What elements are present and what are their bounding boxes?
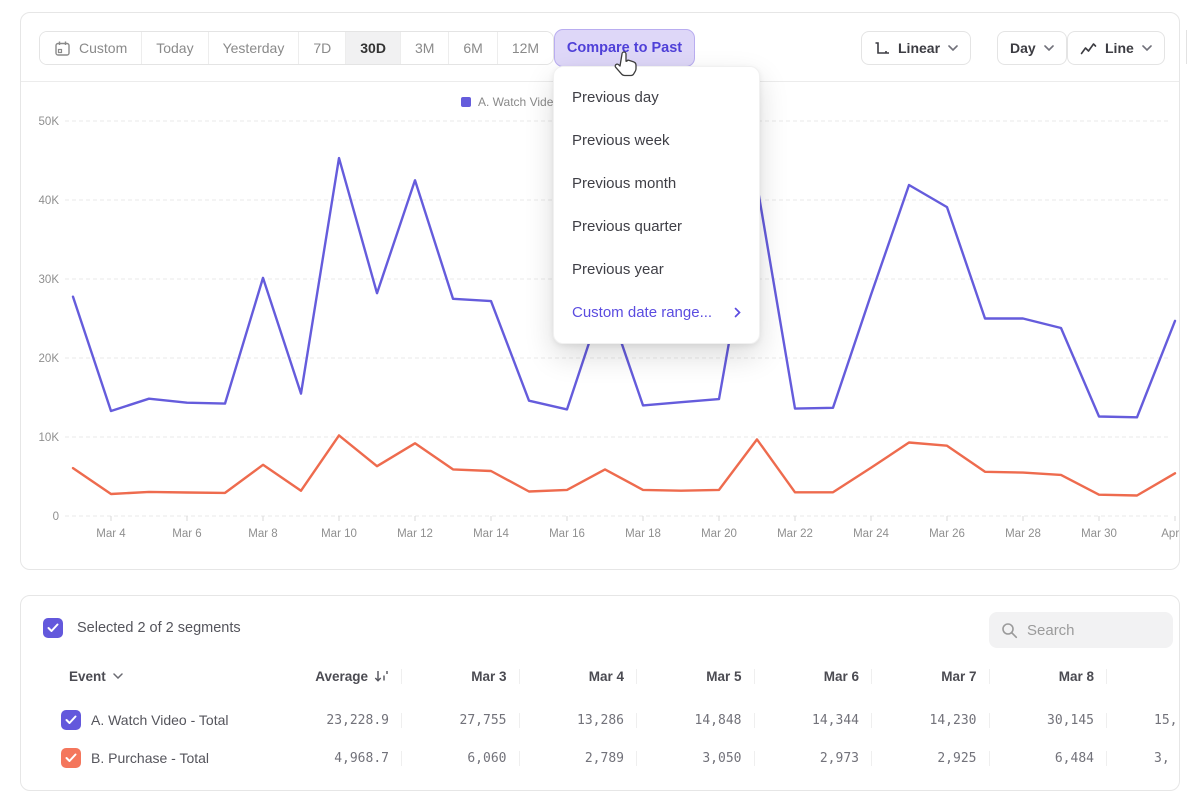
table-header-row: Event Average Mar 3 Mar 4 Mar 5 Mar 6 Ma… [45, 660, 1181, 692]
series-line-b-purchase [73, 435, 1175, 495]
chevron-down-icon [1142, 45, 1152, 51]
range-today-button[interactable]: Today [142, 32, 208, 64]
line-chart-icon [1080, 41, 1097, 56]
row-label: B. Purchase - Total [91, 750, 209, 766]
segments-selected-text: Selected 2 of 2 segments [77, 620, 241, 636]
range-custom-label: Custom [79, 40, 127, 56]
segment-search[interactable] [989, 612, 1173, 648]
x-axis-label: Mar 4 [96, 528, 126, 540]
x-axis-label: Mar 26 [929, 528, 965, 540]
range-30d-button[interactable]: 30D [346, 32, 401, 64]
row-label: A. Watch Video - Total [91, 712, 228, 728]
table-row-purchase: B. Purchase - Total 4,968.7 6,060 2,789 … [45, 739, 1181, 777]
y-axis-label: 50K [39, 116, 60, 128]
x-axis-label: Mar 14 [473, 528, 509, 540]
cell-value-clipped: 15, [1106, 713, 1181, 728]
cell-value: 13,286 [519, 713, 637, 728]
average-column-header[interactable]: Average [285, 669, 401, 684]
event-column-header[interactable]: Event [45, 669, 285, 684]
x-axis-label: Mar 30 [1081, 528, 1117, 540]
date-column-header[interactable]: Mar 5 [636, 669, 754, 684]
range-custom-button[interactable]: Custom [40, 32, 142, 64]
date-column-header[interactable]: Mar 6 [754, 669, 872, 684]
x-axis-label: Mar 18 [625, 528, 661, 540]
cell-value: 3,050 [636, 751, 754, 766]
date-column-header-clipped[interactable]: M [1106, 669, 1181, 684]
menu-item-previous-day[interactable]: Previous day [554, 76, 759, 119]
chevron-right-icon [734, 307, 741, 318]
y-axis-label: 30K [39, 274, 60, 286]
x-axis-label: Mar 12 [397, 528, 433, 540]
date-column-header[interactable]: Mar 8 [989, 669, 1107, 684]
date-column-header[interactable]: Mar 7 [871, 669, 989, 684]
check-icon [47, 623, 59, 633]
menu-item-previous-month[interactable]: Previous month [554, 162, 759, 205]
range-6m-button[interactable]: 6M [449, 32, 497, 64]
range-12m-button[interactable]: 12M [498, 32, 553, 64]
range-yesterday-button[interactable]: Yesterday [209, 32, 300, 64]
x-axis-label: Mar 24 [853, 528, 889, 540]
date-column-header[interactable]: Mar 4 [519, 669, 637, 684]
row-checkbox-purchase[interactable] [61, 748, 81, 768]
compare-to-past-button[interactable]: Compare to Past [554, 29, 695, 67]
scale-select-button[interactable]: Linear [861, 31, 971, 65]
cell-value: 2,789 [519, 751, 637, 766]
y-axis-label: 10K [39, 432, 60, 444]
cell-value: 30,145 [989, 713, 1107, 728]
date-range-group: Custom Today Yesterday 7D 30D 3M 6M 12M [39, 31, 554, 65]
x-axis-label: Mar 16 [549, 528, 585, 540]
x-axis-label: Mar 8 [248, 528, 277, 540]
select-all-checkbox[interactable] [43, 618, 63, 638]
cell-value: 27,755 [401, 713, 519, 728]
calendar-icon [54, 40, 71, 57]
segments-table: Event Average Mar 3 Mar 4 Mar 5 Mar 6 Ma… [45, 660, 1181, 780]
x-axis-label: Mar 22 [777, 528, 813, 540]
range-7d-button[interactable]: 7D [299, 32, 346, 64]
cell-value: 6,484 [989, 751, 1107, 766]
y-axis-label: 20K [39, 353, 60, 365]
y-axis-label: 40K [39, 195, 60, 207]
chart-type-select-button[interactable]: Line [1067, 31, 1165, 65]
segments-card: Selected 2 of 2 segments Event Average [20, 595, 1180, 791]
interval-select-button[interactable]: Day [997, 31, 1067, 65]
check-icon [65, 715, 77, 725]
cell-value-clipped: 3, [1106, 751, 1181, 766]
x-axis-label: Mar 28 [1005, 528, 1041, 540]
cell-average: 23,228.9 [285, 713, 401, 728]
cell-value: 2,973 [754, 751, 872, 766]
x-axis-label: Apr 1 [1161, 528, 1181, 540]
cell-value: 2,925 [871, 751, 989, 766]
menu-item-previous-week[interactable]: Previous week [554, 119, 759, 162]
axis-linear-icon [874, 40, 890, 56]
search-input[interactable] [1027, 622, 1157, 639]
edge-divider [1186, 30, 1187, 64]
cell-value: 14,848 [636, 713, 754, 728]
cell-value: 14,230 [871, 713, 989, 728]
chevron-down-icon [948, 45, 958, 51]
cell-value: 14,344 [754, 713, 872, 728]
menu-item-previous-quarter[interactable]: Previous quarter [554, 205, 759, 248]
check-icon [65, 753, 77, 763]
menu-item-previous-year[interactable]: Previous year [554, 248, 759, 291]
row-checkbox-watch-video[interactable] [61, 710, 81, 730]
segments-header: Selected 2 of 2 segments [43, 618, 241, 638]
table-row-watch-video: A. Watch Video - Total 23,228.9 27,755 1… [45, 701, 1181, 739]
x-axis-label: Mar 20 [701, 528, 737, 540]
x-axis-label: Mar 6 [172, 528, 201, 540]
range-3m-button[interactable]: 3M [401, 32, 449, 64]
date-column-header[interactable]: Mar 3 [401, 669, 519, 684]
chevron-down-icon [1044, 45, 1054, 51]
x-axis-label: Mar 10 [321, 528, 357, 540]
cell-value: 6,060 [401, 751, 519, 766]
sort-descending-icon [374, 669, 389, 683]
menu-item-custom-date-range[interactable]: Custom date range... [554, 291, 759, 334]
search-icon [1001, 622, 1018, 639]
cell-average: 4,968.7 [285, 751, 401, 766]
chevron-down-icon [113, 673, 123, 679]
y-axis-label: 0 [53, 511, 59, 523]
compare-to-past-menu: Previous day Previous week Previous mont… [553, 66, 760, 344]
